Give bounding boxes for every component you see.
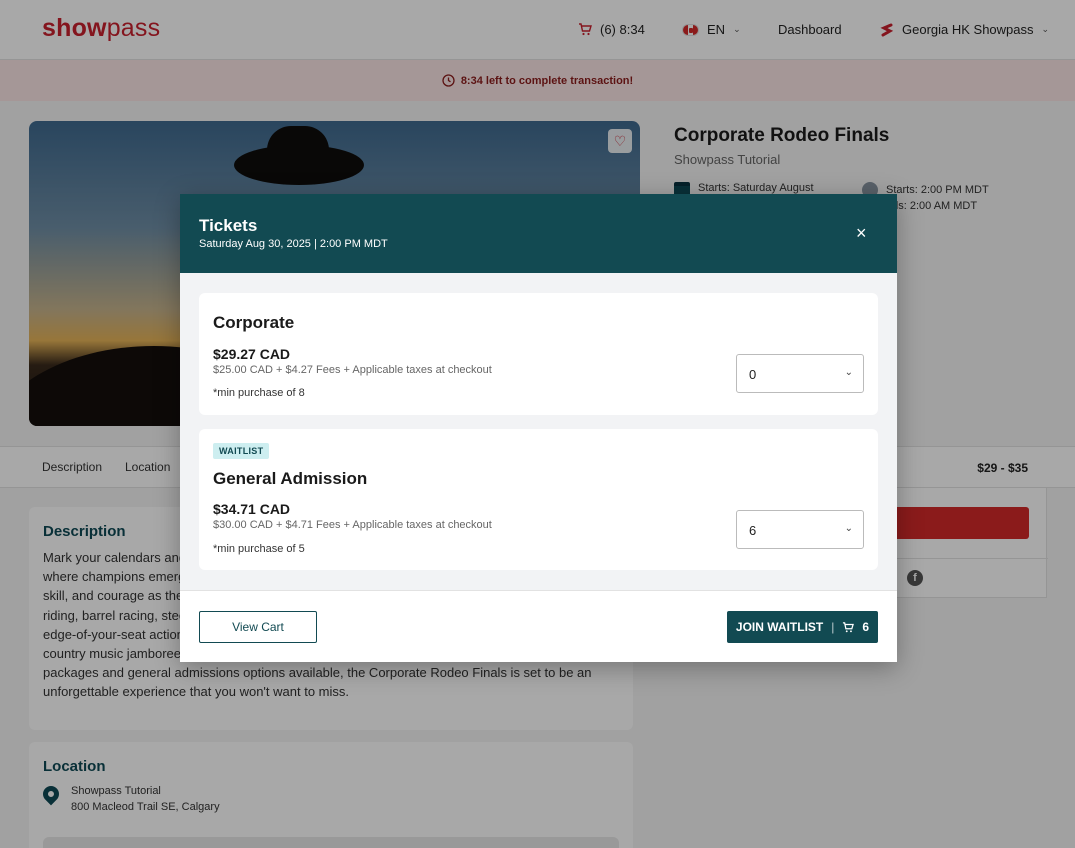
modal-event-date: Saturday Aug 30, 2025 | 2:00 PM MDT [199, 238, 388, 250]
ticket-name: Corporate [213, 313, 295, 332]
waitlist-badge: WAITLIST [213, 443, 270, 459]
chevron-down-icon: ⌄ [844, 367, 853, 378]
modal-title: Tickets [199, 216, 258, 235]
chevron-down-icon: ⌄ [844, 523, 853, 534]
cart-icon [843, 621, 855, 632]
close-icon[interactable]: × [856, 224, 867, 242]
ticket-price: $29.27 CAD [213, 346, 291, 362]
tickets-modal: Tickets Saturday Aug 30, 2025 | 2:00 PM … [180, 194, 897, 662]
ticket-price: $34.71 CAD [213, 501, 291, 517]
modal-footer: View Cart JOIN WAITLIST | 6 [180, 590, 897, 662]
ticket-name: General Admission [213, 469, 368, 488]
join-waitlist-label: JOIN WAITLIST [735, 620, 824, 634]
quantity-select[interactable]: 0 ⌄ [736, 354, 864, 393]
quantity-value: 0 [749, 367, 757, 382]
ticket-min-purchase: *min purchase of 8 [213, 387, 305, 399]
ticket-fees: $25.00 CAD + $4.27 Fees + Applicable tax… [213, 364, 492, 376]
quantity-value: 6 [749, 523, 757, 538]
ticket-min-purchase: *min purchase of 5 [213, 543, 305, 555]
ticket-fees: $30.00 CAD + $4.71 Fees + Applicable tax… [213, 519, 492, 531]
ticket-card-general-admission: WAITLIST General Admission $34.71 CAD $3… [199, 429, 878, 570]
modal-header: Tickets Saturday Aug 30, 2025 | 2:00 PM … [180, 194, 897, 273]
separator: | [831, 620, 835, 634]
ticket-card-corporate: Corporate $29.27 CAD $25.00 CAD + $4.27 … [199, 293, 878, 415]
join-waitlist-button[interactable]: JOIN WAITLIST | 6 [727, 611, 878, 643]
cart-count: 6 [862, 620, 870, 634]
quantity-select[interactable]: 6 ⌄ [736, 510, 864, 549]
view-cart-button[interactable]: View Cart [199, 611, 317, 643]
